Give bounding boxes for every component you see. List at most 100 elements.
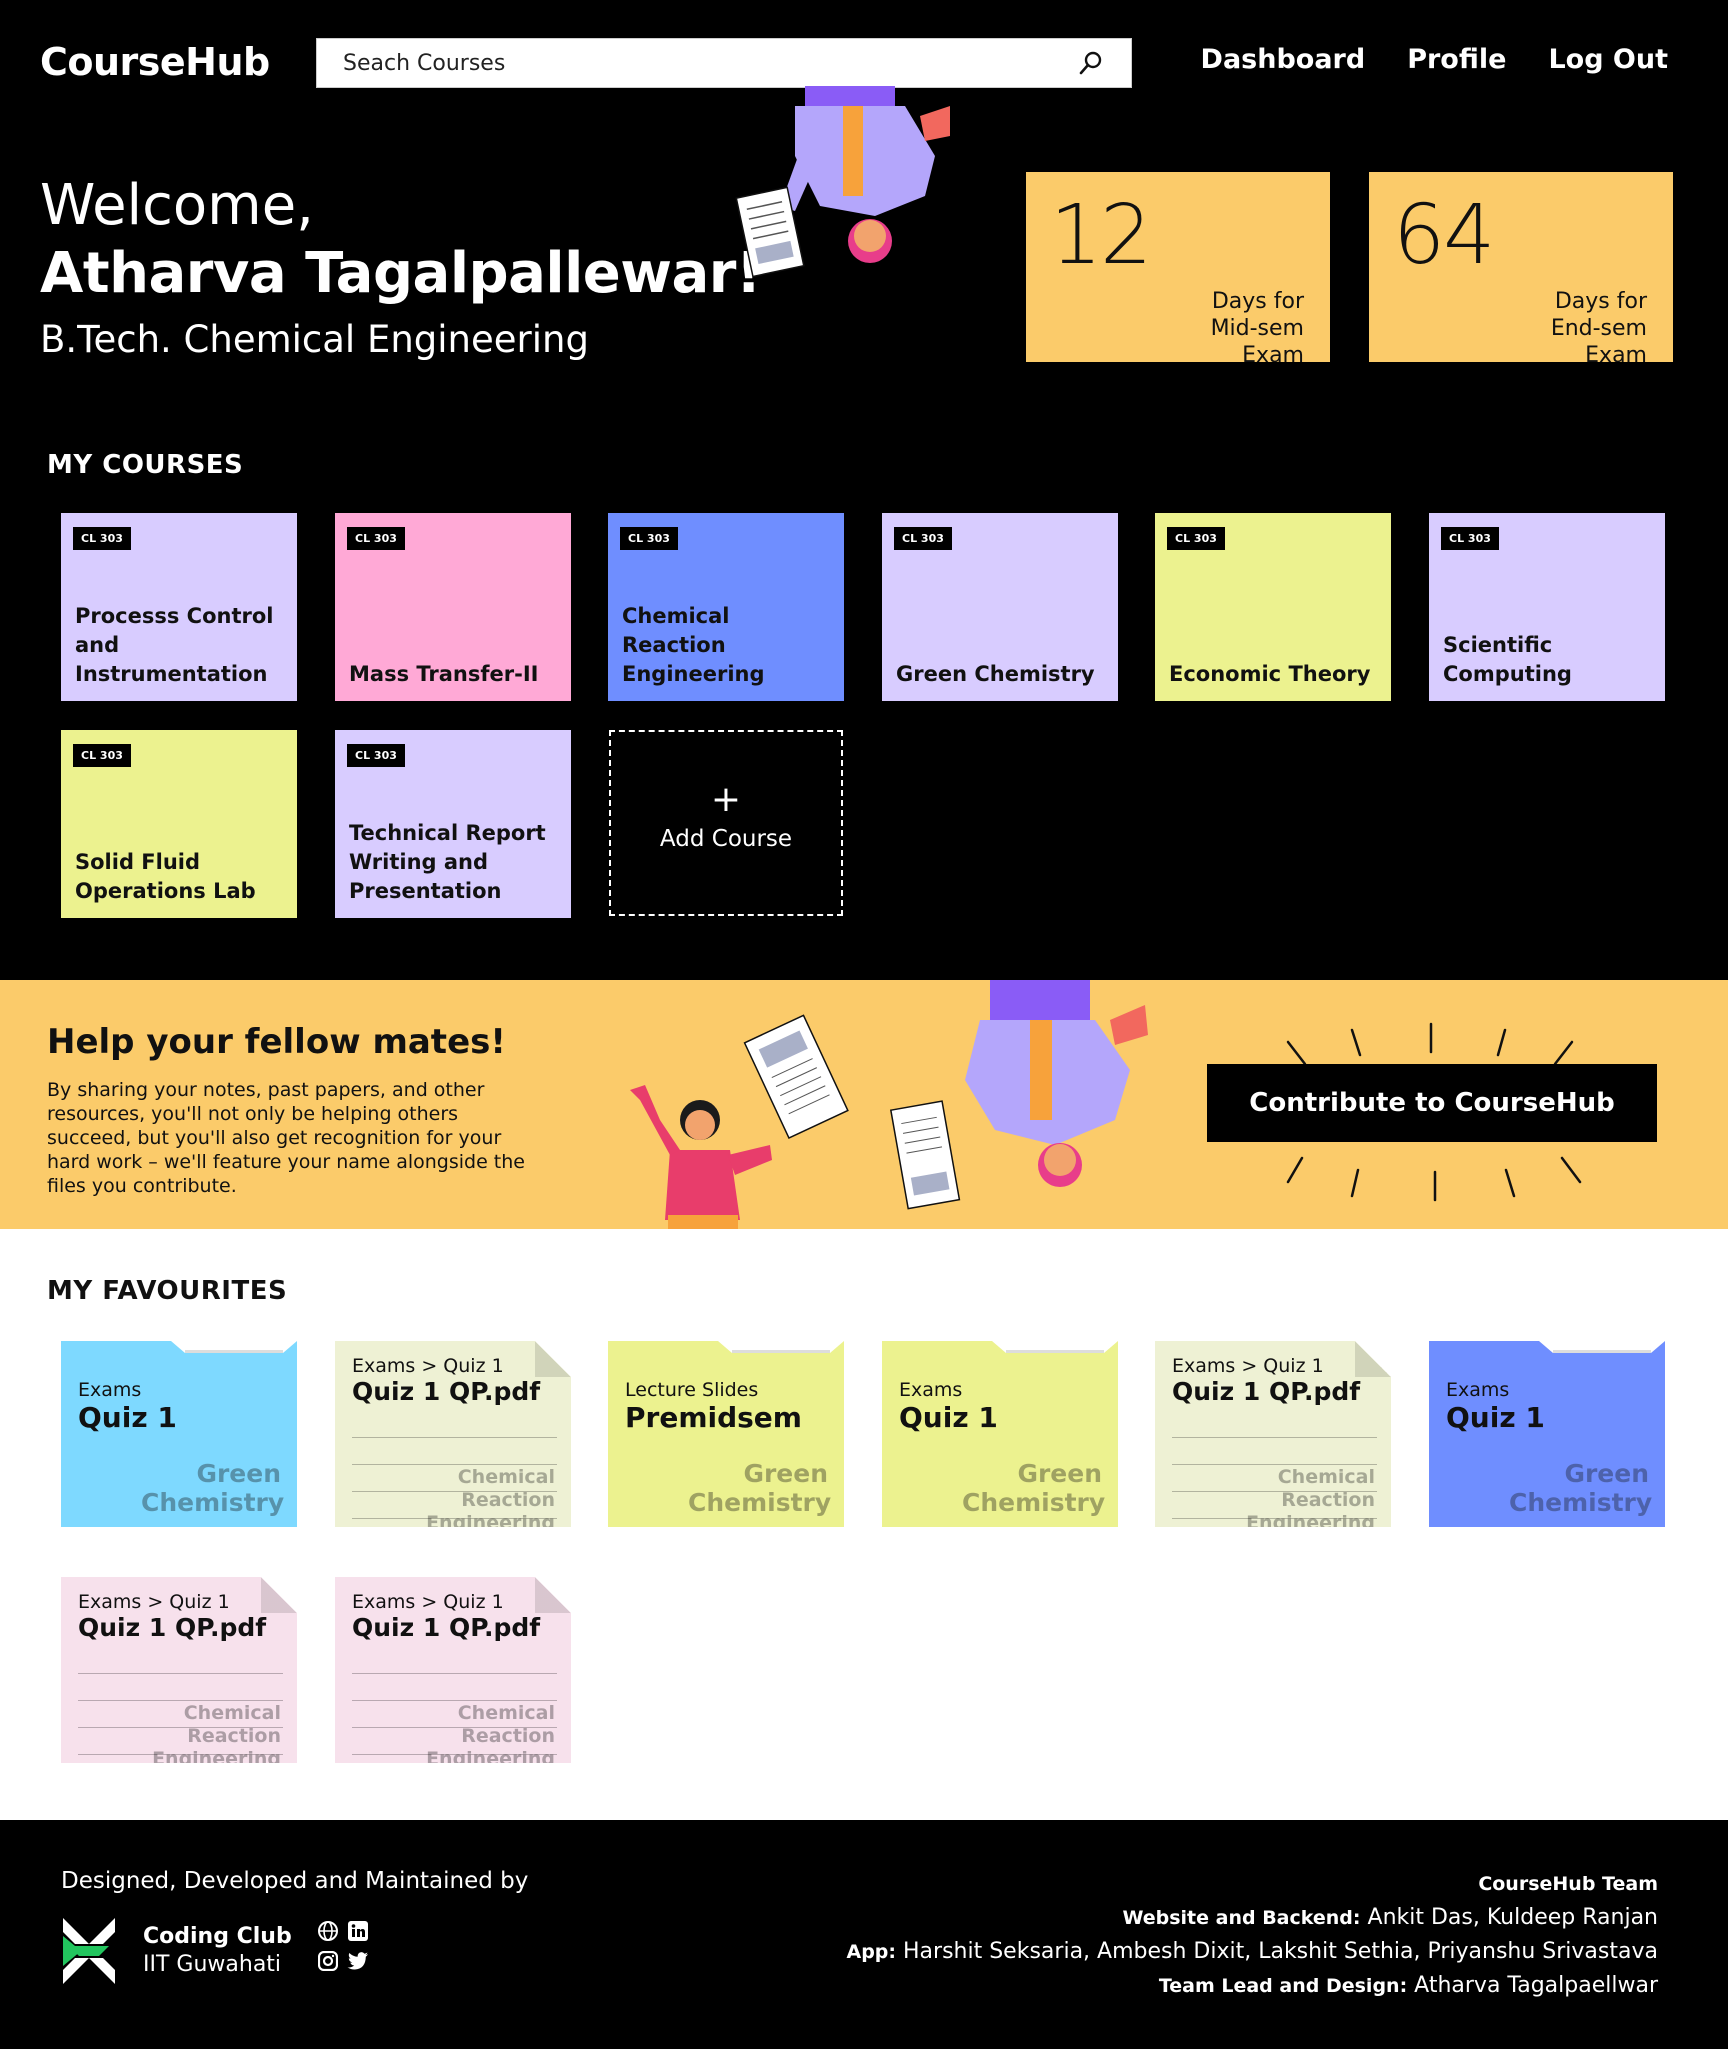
favourite-title: Quiz 1 QP.pdf: [352, 1377, 541, 1406]
breadcrumb: Exams: [1446, 1379, 1510, 1401]
breadcrumb: Lecture Slides: [625, 1379, 759, 1401]
midsem-countdown: 12 Days for Mid-sem Exam: [1026, 172, 1330, 362]
greeting: Welcome,: [40, 173, 314, 238]
breadcrumb: Exams: [899, 1379, 963, 1401]
banner-title: Help your fellow mates!: [47, 1022, 506, 1062]
midsem-days: 12: [1050, 188, 1152, 283]
favourite-title: Quiz 1: [1446, 1401, 1545, 1434]
folder-tab-icon: [171, 1341, 297, 1353]
globe-icon[interactable]: [317, 1920, 339, 1942]
program: B.Tech. Chemical Engineering: [40, 318, 589, 361]
course-code-badge: CL 303: [347, 527, 405, 550]
endsem-countdown: 64 Days for End-sem Exam: [1369, 172, 1673, 362]
midsem-label: Days for Mid-sem Exam: [1210, 289, 1304, 362]
logo[interactable]: CourseHub: [40, 40, 270, 84]
breadcrumb: Exams > Quiz 1: [352, 1355, 504, 1377]
breadcrumb: Exams > Quiz 1: [352, 1591, 504, 1613]
course-code-badge: CL 303: [73, 744, 131, 767]
course-card[interactable]: CL 303 Economic Theory: [1155, 513, 1391, 701]
favourite-course: Green Chemistry: [141, 1459, 285, 1517]
banner-text: By sharing your notes, past papers, and …: [47, 1079, 525, 1197]
breadcrumb: Exams: [78, 1379, 142, 1401]
coding-club-logo-icon: [63, 1918, 115, 1984]
coding-club-block[interactable]: Coding Club IIT Guwahati: [61, 1916, 292, 1986]
search-icon[interactable]: [1077, 49, 1105, 77]
favourite-folder[interactable]: Lecture Slides Premidsem Green Chemistry: [608, 1341, 844, 1527]
nav-profile[interactable]: Profile: [1407, 44, 1506, 75]
endsem-label: Days for End-sem Exam: [1550, 289, 1647, 362]
folder-tab-icon: [992, 1341, 1118, 1353]
course-card[interactable]: CL 303 Solid Fluid Operations Lab: [61, 730, 297, 918]
linkedin-icon[interactable]: [348, 1921, 368, 1941]
favourite-file[interactable]: Exams > Quiz 1 Quiz 1 QP.pdf Chemical Reac…: [335, 1577, 571, 1763]
course-card[interactable]: CL 303 Mass Transfer-II: [335, 513, 571, 701]
course-code-badge: CL 303: [347, 744, 405, 767]
welcome-block: Welcome, Atharva Tagalpallewar! B.Tech. …: [40, 172, 761, 362]
folder-tab-icon: [1539, 1341, 1665, 1353]
nav-dashboard[interactable]: Dashboard: [1201, 44, 1366, 75]
course-card[interactable]: CL 303 Processs Control and Instrumentati…: [61, 513, 297, 701]
my-favourites-title: MY FAVOURITES: [47, 1276, 288, 1306]
course-code-badge: CL 303: [894, 527, 952, 550]
course-card[interactable]: CL 303 Chemical Reaction Engineering: [608, 513, 844, 701]
footer: Designed, Developed and Maintained by Co…: [0, 1820, 1728, 2049]
social-links: [317, 1920, 373, 1976]
credit-website: Website and Backend: Ankit Das, Kuldeep …: [1122, 1905, 1658, 1930]
favourite-course: Green Chemistry: [1509, 1459, 1653, 1517]
breadcrumb: Exams > Quiz 1: [1172, 1355, 1324, 1377]
search-input[interactable]: [343, 50, 1077, 76]
endsem-days: 64: [1393, 188, 1495, 283]
favourite-file[interactable]: Exams > Quiz 1 Quiz 1 QP.pdf Chemical Reac…: [1155, 1341, 1391, 1527]
main-nav: Dashboard Profile Log Out: [1201, 44, 1668, 75]
favourite-course: Green Chemistry: [962, 1459, 1106, 1517]
favourite-course: Chemical Reaction Engineering: [426, 1466, 555, 1527]
twitter-icon[interactable]: [347, 1951, 369, 1971]
hero-illustration: [735, 86, 950, 278]
instagram-icon[interactable]: [318, 1951, 338, 1971]
favourite-title: Quiz 1: [899, 1401, 998, 1434]
favourite-file[interactable]: Exams > Quiz 1 Quiz 1 QP.pdf Chemical Reac…: [61, 1577, 297, 1763]
credit-app: App: Harshit Seksaria, Ambesh Dixit, Lak…: [846, 1939, 1659, 1964]
favourite-folder[interactable]: Exams Quiz 1 Green Chemistry: [1429, 1341, 1665, 1527]
course-name: Solid Fluid Operations Lab: [75, 850, 256, 903]
add-course-label: Add Course: [659, 826, 793, 852]
plus-icon: +: [710, 779, 742, 820]
course-card[interactable]: CL 303 Technical Report Writing and Prese…: [335, 730, 571, 918]
course-card[interactable]: CL 303 Green Chemistry: [882, 513, 1118, 701]
course-name: Scientific Computing: [1443, 633, 1572, 686]
nav-logout[interactable]: Log Out: [1548, 44, 1668, 75]
banner-illustration: [630, 980, 1148, 1229]
favourite-title: Quiz 1 QP.pdf: [352, 1613, 541, 1642]
course-name: Technical Report Writing and Presentatio…: [349, 821, 546, 903]
contribute-banner: Help your fellow mates! By sharing your …: [0, 980, 1728, 1229]
designed-by: Designed, Developed and Maintained by: [61, 1868, 529, 1894]
credit-lead: Team Lead and Design: Atharva Tagalpaell…: [1158, 1973, 1658, 1998]
favourite-course: Green Chemistry: [688, 1459, 832, 1517]
course-name: Processs Control and Instrumentation: [75, 604, 274, 686]
favourite-folder[interactable]: Exams Quiz 1 Green Chemistry: [61, 1341, 297, 1527]
favourite-folder[interactable]: Exams Quiz 1 Green Chemistry: [882, 1341, 1118, 1527]
favourite-title: Quiz 1 QP.pdf: [78, 1613, 267, 1642]
favourite-course: Chemical Reaction Engineering: [1246, 1466, 1375, 1527]
favourite-course: Chemical Reaction Engineering: [426, 1702, 555, 1763]
favourite-title: Quiz 1 QP.pdf: [1172, 1377, 1361, 1406]
favourite-title: Quiz 1: [78, 1401, 177, 1434]
user-name: Atharva Tagalpallewar!: [40, 241, 761, 306]
club-institute: IIT Guwahati: [143, 1952, 282, 1977]
breadcrumb: Exams > Quiz 1: [78, 1591, 230, 1613]
team-title: CourseHub Team: [1478, 1873, 1658, 1895]
club-name: Coding Club: [143, 1924, 292, 1949]
course-name: Chemical Reaction Engineering: [622, 604, 765, 686]
course-card[interactable]: CL 303 Scientific Computing: [1429, 513, 1665, 701]
folder-tab-icon: [718, 1341, 844, 1353]
add-course-button[interactable]: + Add Course: [609, 730, 843, 916]
favourite-file[interactable]: Exams > Quiz 1 Quiz 1 QP.pdf Chemical Reac…: [335, 1341, 571, 1527]
course-name: Mass Transfer-II: [349, 662, 539, 686]
search-bar[interactable]: [316, 38, 1132, 88]
contribute-button[interactable]: Contribute to CourseHub: [1207, 1064, 1657, 1142]
favourite-course: Chemical Reaction Engineering: [152, 1702, 281, 1763]
course-code-badge: CL 303: [1441, 527, 1499, 550]
course-name: Green Chemistry: [896, 662, 1095, 686]
course-name: Economic Theory: [1169, 662, 1371, 686]
course-code-badge: CL 303: [1167, 527, 1225, 550]
